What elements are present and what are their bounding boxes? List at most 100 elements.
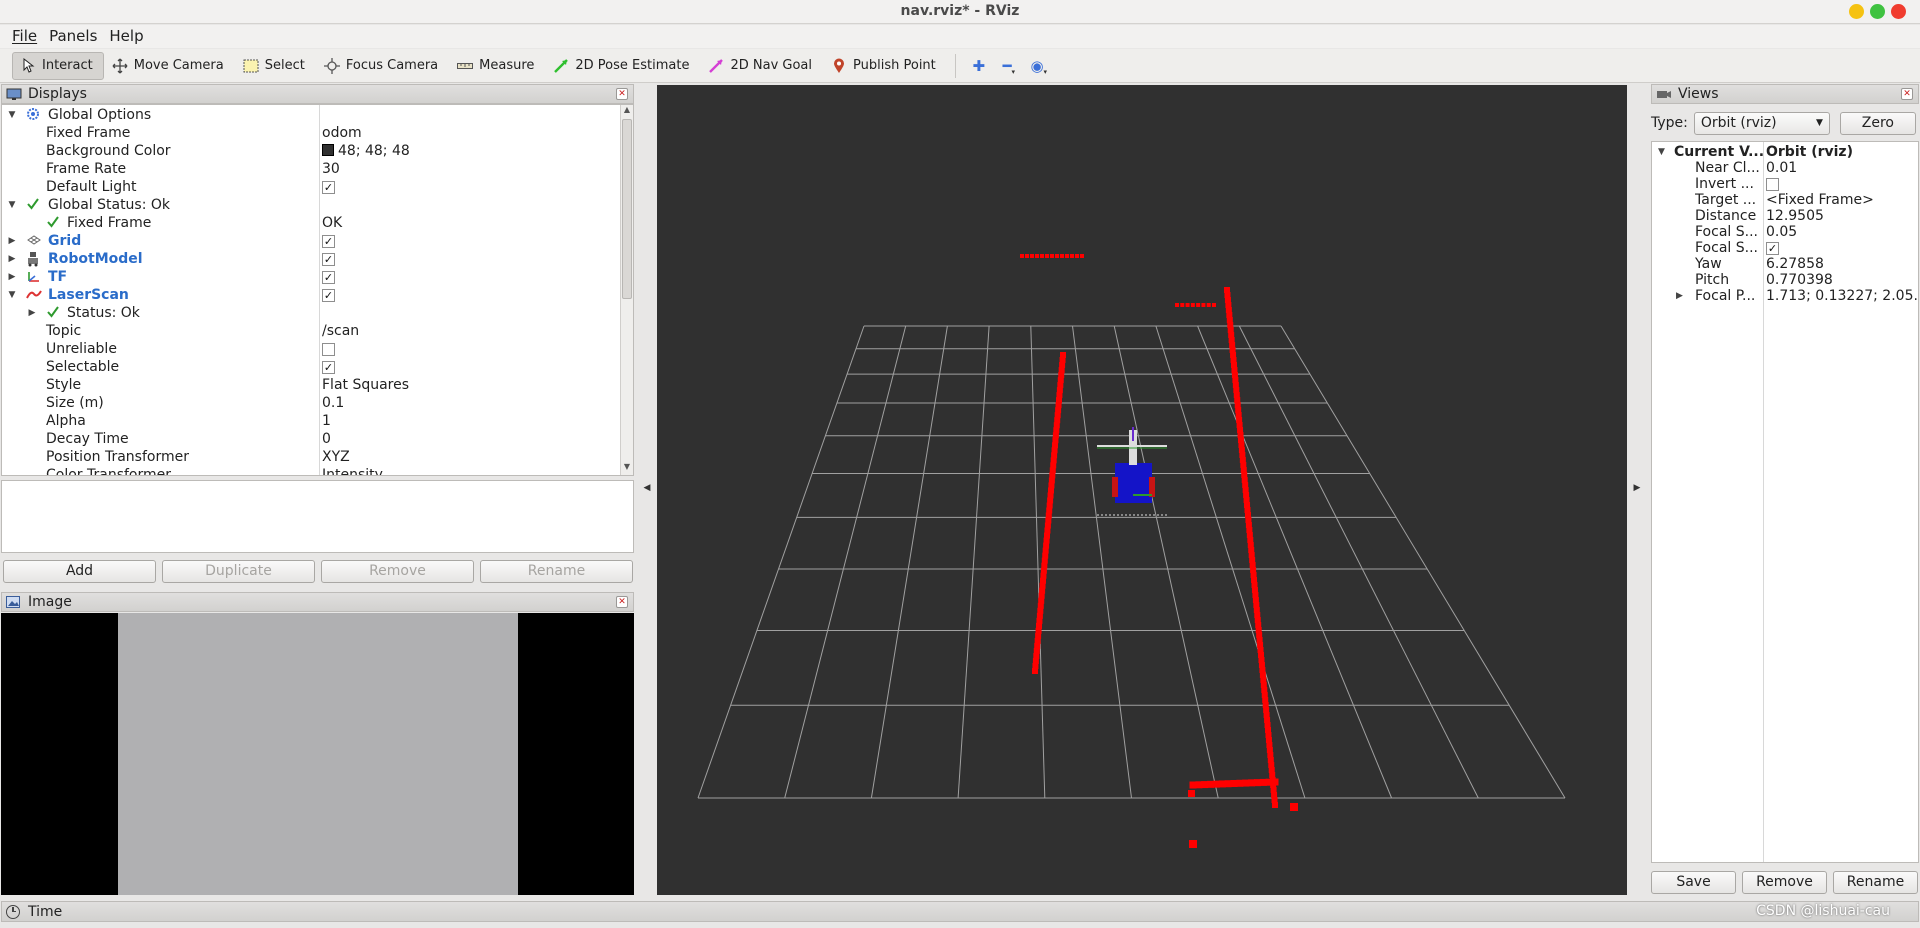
duplicate-display-button[interactable]: Duplicate xyxy=(162,560,315,583)
display-row[interactable]: ▼ Global Status: Ok xyxy=(2,196,622,214)
left-dock-handle[interactable]: ◀ xyxy=(640,85,654,895)
view-checkbox[interactable] xyxy=(1766,177,1779,191)
displays-tree[interactable]: ▼ Global Options Fixed Frame odom Background… xyxy=(1,104,634,476)
displays-close-button[interactable]: ✕ xyxy=(616,88,628,100)
display-row[interactable]: Topic/scan xyxy=(2,322,622,340)
expand-right-icon[interactable]: ▶ xyxy=(6,250,18,268)
display-checkbox[interactable]: ✓ xyxy=(322,234,335,248)
scene-canvas[interactable] xyxy=(657,85,1627,895)
laser-point xyxy=(1020,254,1024,258)
display-checkbox[interactable]: ✓ xyxy=(322,360,335,374)
view-property-row[interactable]: Near Cl... 0.01 xyxy=(1652,160,1918,176)
display-row[interactable]: Alpha 1 xyxy=(2,412,622,430)
image-close-button[interactable]: ✕ xyxy=(616,596,628,608)
view-property-value: <Fixed Frame> xyxy=(1766,192,1874,208)
expand-down-icon[interactable]: ▼ xyxy=(6,196,18,214)
display-row[interactable]: Background Color 48; 48; 48 xyxy=(2,142,622,160)
display-row[interactable]: Frame Rate 30 xyxy=(2,160,622,178)
scroll-down-arrow[interactable]: ▼ xyxy=(621,462,633,475)
tool-focus-camera[interactable]: Focus Camera xyxy=(316,52,449,80)
tool-2d-nav-goal[interactable]: 2D Nav Goal xyxy=(700,52,823,80)
view-property-row[interactable]: Distance 12.9505 xyxy=(1652,208,1918,224)
display-row[interactable]: ▼ Global Options xyxy=(2,106,622,124)
display-row[interactable]: Decay Time 0 xyxy=(2,430,622,448)
maximize-button[interactable] xyxy=(1870,4,1885,19)
zero-button[interactable]: Zero xyxy=(1839,111,1916,135)
expand-right-icon[interactable]: ▶ xyxy=(6,232,18,250)
display-row[interactable]: Color Transformer Intensity xyxy=(2,466,622,475)
minus-icon[interactable]: ━ ▾ xyxy=(994,52,1024,80)
tool-move-camera[interactable]: Move Camera xyxy=(104,52,235,80)
tool-measure[interactable]: Measure xyxy=(449,52,545,80)
expand-right-icon[interactable]: ▶ xyxy=(26,304,38,322)
eye-icon[interactable]: ◉ ▾ xyxy=(1024,52,1054,80)
display-checkbox[interactable]: ✓ xyxy=(322,270,335,284)
view-property-row[interactable]: Focal S... ✓ xyxy=(1652,240,1918,256)
display-row-label: Selectable xyxy=(46,359,120,375)
display-row[interactable]: Style Flat Squares xyxy=(2,376,622,394)
expand-right-icon[interactable]: ▶ xyxy=(1676,288,1683,304)
save-view-button[interactable]: Save xyxy=(1651,871,1736,894)
view-property-key: Pitch xyxy=(1695,272,1730,288)
view-property-row[interactable]: Pitch 0.770398 xyxy=(1652,272,1918,288)
display-row[interactable]: Size (m) 0.1 xyxy=(2,394,622,412)
display-checkbox[interactable]: ✓ xyxy=(322,288,335,302)
menu-file[interactable]: File xyxy=(6,25,43,48)
views-tree[interactable]: ▼ Current V... Orbit (rviz) Near Cl... 0.01 I… xyxy=(1651,141,1919,863)
plus-icon[interactable]: ✚ xyxy=(964,52,994,80)
views-close-button[interactable]: ✕ xyxy=(1901,88,1913,100)
display-row-label: Unreliable xyxy=(46,341,117,357)
menu-help[interactable]: Help xyxy=(103,25,149,48)
render-viewport[interactable] xyxy=(657,85,1627,895)
display-checkbox[interactable]: ✓ xyxy=(322,252,335,266)
remove-view-button[interactable]: Remove xyxy=(1742,871,1827,894)
laser-point xyxy=(1188,790,1195,797)
rename-view-button[interactable]: Rename xyxy=(1833,871,1918,894)
view-property-row[interactable]: Focal S... 0.05 xyxy=(1652,224,1918,240)
tool-publish-point[interactable]: Publish Point xyxy=(823,52,947,80)
color-swatch[interactable] xyxy=(322,144,334,156)
display-row[interactable]: Unreliable xyxy=(2,340,622,358)
display-row[interactable]: ▶ Grid ✓ xyxy=(2,232,622,250)
display-row[interactable]: ▼ LaserScan ✓ xyxy=(2,286,622,304)
right-dock-handle[interactable]: ▶ xyxy=(1630,85,1644,895)
view-property-row[interactable]: Target ... <Fixed Frame> xyxy=(1652,192,1918,208)
ok-check-icon xyxy=(46,215,62,231)
display-checkbox[interactable]: ✓ xyxy=(322,180,335,194)
minimize-button[interactable] xyxy=(1849,4,1864,19)
display-row[interactable]: ▶ TF ✓ xyxy=(2,268,622,286)
expand-down-icon[interactable]: ▼ xyxy=(6,286,18,304)
view-type-select[interactable]: Orbit (rviz) ▼ xyxy=(1693,111,1830,135)
display-row[interactable]: ▶ RobotModel ✓ xyxy=(2,250,622,268)
display-row-value: Flat Squares xyxy=(322,376,409,394)
pose-estimate-icon xyxy=(552,58,570,74)
collapse-right-icon[interactable]: ▶ xyxy=(1630,483,1644,493)
tool-2d-pose-estimate[interactable]: 2D Pose Estimate xyxy=(545,52,700,80)
expand-down-icon[interactable]: ▼ xyxy=(1658,144,1665,160)
tool-interact[interactable]: Interact xyxy=(12,51,104,80)
display-row[interactable]: ▶ Status: Ok xyxy=(2,304,622,322)
display-checkbox[interactable] xyxy=(322,342,335,356)
expand-right-icon[interactable]: ▶ xyxy=(6,268,18,286)
rename-display-button[interactable]: Rename xyxy=(480,560,633,583)
view-property-row[interactable]: ▼ Current V... Orbit (rviz) xyxy=(1652,144,1918,160)
tool-select[interactable]: Select xyxy=(235,52,316,80)
display-row[interactable]: Position Transformer XYZ xyxy=(2,448,622,466)
view-checkbox[interactable]: ✓ xyxy=(1766,241,1779,255)
add-display-button[interactable]: Add xyxy=(3,560,156,583)
close-button[interactable] xyxy=(1891,4,1906,19)
scroll-up-arrow[interactable]: ▲ xyxy=(621,105,633,118)
menu-panels[interactable]: Panels xyxy=(43,25,103,48)
scroll-thumb[interactable] xyxy=(622,119,632,299)
expand-down-icon[interactable]: ▼ xyxy=(6,106,18,124)
view-property-row[interactable]: Invert ... xyxy=(1652,176,1918,192)
display-row[interactable]: Fixed Frame odom xyxy=(2,124,622,142)
display-row[interactable]: Fixed Frame OK xyxy=(2,214,622,232)
view-property-row[interactable]: Yaw 6.27858 xyxy=(1652,256,1918,272)
remove-display-button[interactable]: Remove xyxy=(321,560,474,583)
displays-scrollbar[interactable]: ▲ ▼ xyxy=(620,105,633,475)
display-row[interactable]: Default Light ✓ xyxy=(2,178,622,196)
display-row[interactable]: Selectable ✓ xyxy=(2,358,622,376)
view-property-row[interactable]: ▶ Focal P... 1.713; 0.13227; 2.05... xyxy=(1652,288,1918,304)
collapse-left-icon[interactable]: ◀ xyxy=(640,483,654,493)
